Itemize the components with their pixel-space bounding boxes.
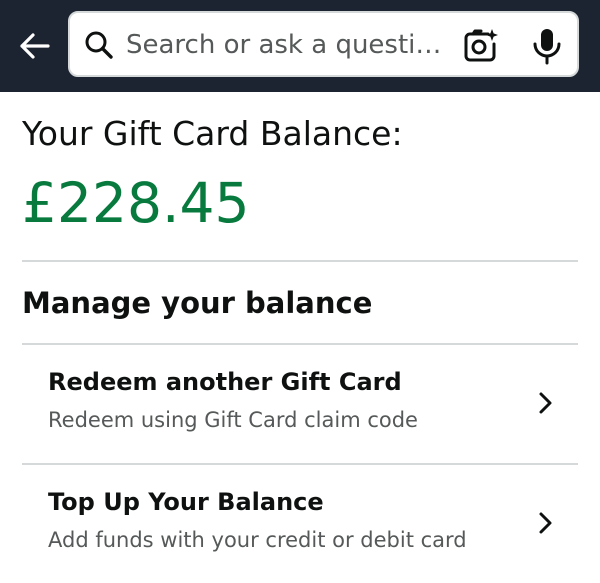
search-input[interactable]	[126, 23, 456, 67]
balance-label: Your Gift Card Balance:	[22, 114, 403, 153]
redeem-gift-card-item[interactable]: Redeem another Gift Card Redeem using Gi…	[22, 345, 578, 463]
chevron-right-icon	[539, 392, 552, 414]
chevron-right-icon	[539, 512, 552, 534]
balance-amount: £228.45	[22, 171, 250, 235]
item-subtitle: Add funds with your credit or debit card	[48, 528, 467, 552]
divider	[22, 260, 578, 262]
search-icon	[85, 31, 113, 59]
microphone-icon[interactable]	[530, 27, 564, 65]
top-nav-bar	[0, 0, 600, 92]
back-button[interactable]	[14, 28, 54, 64]
arrow-left-icon	[20, 33, 50, 59]
item-title: Redeem another Gift Card	[48, 368, 402, 396]
top-up-balance-item[interactable]: Top Up Your Balance Add funds with your …	[22, 465, 578, 583]
search-bar[interactable]	[68, 11, 579, 77]
section-title: Manage your balance	[22, 286, 373, 320]
item-title: Top Up Your Balance	[48, 488, 324, 516]
item-subtitle: Redeem using Gift Card claim code	[48, 408, 418, 432]
camera-icon[interactable]	[462, 28, 498, 64]
